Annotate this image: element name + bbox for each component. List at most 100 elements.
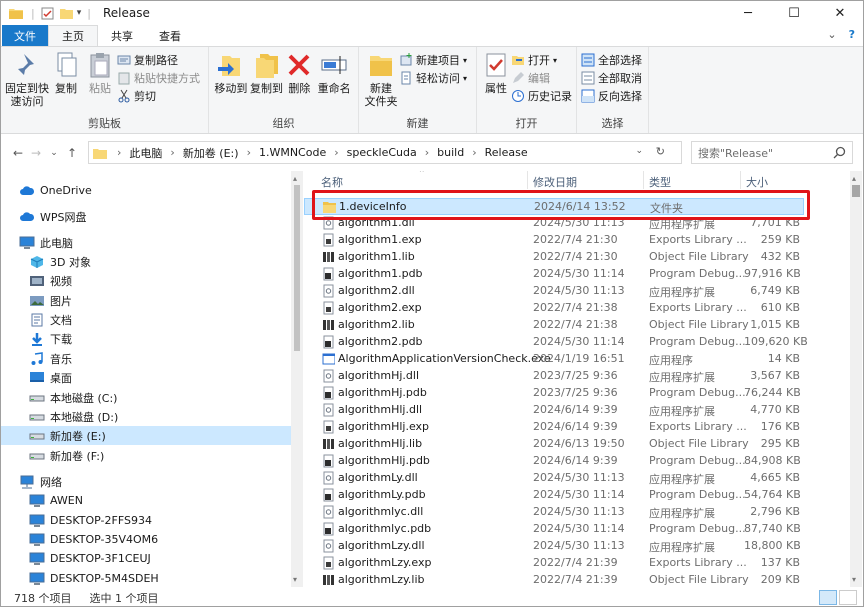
sidebar-item-3d[interactable]: 3D 对象 (1, 252, 291, 271)
scroll-up-icon[interactable]: ▴ (852, 174, 856, 183)
forward-button[interactable]: → (27, 146, 45, 160)
file-row[interactable]: algorithm2.dll 2024/5/30 11:13 应用程序扩展 6,749… (304, 283, 804, 300)
history-button[interactable]: 历史记录 (511, 88, 572, 104)
sidebar-item-awen[interactable]: AWEN (1, 491, 291, 510)
sidebar-item-9[interactable]: 桌面 (1, 368, 291, 387)
close-button[interactable]: ✕ (817, 1, 863, 25)
file-row[interactable]: algorithmHlj.pdb 2024/6/14 9:39 Program De… (304, 453, 804, 470)
sidebar-item-onedrive[interactable]: OneDrive (1, 181, 291, 200)
crumb-build[interactable]: build (437, 146, 464, 159)
file-row[interactable]: algorithmLy.pdb 2024/5/30 11:14 Program De… (304, 487, 804, 504)
refresh-icon[interactable]: ↻ (656, 145, 665, 158)
file-row[interactable]: algorithmlyc.dll 2024/5/30 11:13 应用程序扩展 2,7… (304, 504, 804, 521)
sidebar-item-desktop-2ffs934[interactable]: DESKTOP-2FFS934 (1, 511, 291, 530)
sort-ascending-icon: ⌃ (418, 171, 426, 179)
search-box[interactable]: 搜索"Release" (691, 141, 853, 164)
file-list-scrollbar[interactable]: ▴ ▾ (850, 171, 862, 587)
sidebar-item-c[interactable]: 本地磁盘 (C:) (1, 388, 291, 407)
column-size[interactable]: 大小 (746, 174, 768, 190)
file-row[interactable]: algorithmHlj.exp 2024/6/14 9:39 Exports Li… (304, 419, 804, 436)
scroll-up-icon[interactable]: ▴ (293, 174, 297, 183)
file-row[interactable]: algorithmHj.dll 2023/7/25 9:36 应用程序扩展 3,567… (304, 368, 804, 385)
file-row[interactable]: algorithm2.exp 2022/7/4 21:38 Exports Libr… (304, 300, 804, 317)
address-dropdown-icon[interactable]: ⌄ (635, 146, 643, 156)
file-row[interactable]: algorithmLzy.dll 2024/5/30 11:13 应用程序扩展 18,… (304, 538, 804, 555)
easy-access-button[interactable]: 轻松访问 ▾ (399, 70, 467, 86)
cut-button[interactable]: 剪切 (117, 88, 200, 104)
maximize-button[interactable]: ☐ (771, 1, 817, 25)
copy-path-button[interactable]: 复制路径 (117, 52, 200, 68)
computer-icon (29, 514, 45, 527)
scroll-down-icon[interactable]: ▾ (293, 575, 297, 584)
sidebar-item-wps[interactable]: WPS网盘 (1, 207, 291, 226)
sidebar-item-2[interactable]: 此电脑 (1, 233, 291, 252)
file-row[interactable]: algorithmLy.dll 2024/5/30 11:13 应用程序扩展 4,66… (304, 470, 804, 487)
sidebar-item-e[interactable]: 新加卷 (E:) (1, 426, 291, 445)
dll-file-icon (323, 505, 334, 519)
tab-home[interactable]: 主页 (48, 25, 98, 46)
file-row[interactable]: algorithmLzy.exp 2022/7/4 21:39 Exports Li… (304, 555, 804, 572)
properties-icon[interactable] (41, 7, 54, 20)
tab-file[interactable]: 文件 (2, 25, 48, 46)
sidebar-item-f[interactable]: 新加卷 (F:) (1, 446, 291, 465)
new-item-button[interactable]: 新建项目 ▾ (399, 52, 467, 68)
file-list-scroll-thumb[interactable] (852, 185, 860, 197)
edit-button[interactable]: 编辑 (511, 70, 572, 86)
status-bar: 718 个项目 选中 1 个项目 (1, 588, 863, 607)
sidebar-item-d[interactable]: 本地磁盘 (D:) (1, 407, 291, 426)
pdb-file-icon (323, 522, 334, 536)
file-row[interactable]: algorithm1.exp 2022/7/4 21:30 Exports Libr… (304, 232, 804, 249)
back-button[interactable]: ← (9, 146, 27, 160)
breadcrumb[interactable]: › 此电脑 › 新加卷 (E:) › 1.WMNCode › speckleCuda ›… (88, 141, 682, 164)
select-all-button[interactable]: 全部选择 (581, 52, 642, 68)
column-date[interactable]: 修改日期 (533, 174, 577, 190)
help-icon[interactable]: ? (849, 28, 855, 41)
file-row[interactable]: algorithmHlj.lib 2024/6/13 19:50 Object Fi… (304, 436, 804, 453)
file-row[interactable]: algorithm2.lib 2022/7/4 21:38 Object File … (304, 317, 804, 334)
tab-view[interactable]: 查看 (146, 25, 194, 46)
sidebar-item-7[interactable]: 下载 (1, 329, 291, 348)
file-row[interactable]: algorithmlyc.pdb 2024/5/30 11:14 Program D… (304, 521, 804, 538)
file-row[interactable]: algorithmLzy.lib 2022/7/4 21:39 Object Fil… (304, 572, 804, 587)
details-view-button[interactable] (819, 590, 837, 605)
sidebar-item-5[interactable]: 图片 (1, 291, 291, 310)
crumb-wmncode[interactable]: 1.WMNCode (259, 146, 326, 159)
sidebar-item-desktop-5m4sdeh[interactable]: DESKTOP-5M4SDEH (1, 569, 291, 587)
sidebar-item-4[interactable]: 视频 (1, 271, 291, 290)
column-type[interactable]: 类型 (649, 174, 671, 190)
file-row[interactable]: algorithmHj.pdb 2023/7/25 9:36 Program Deb… (304, 385, 804, 402)
file-row[interactable]: algorithm2.pdb 2024/5/30 11:14 Program Deb… (304, 334, 808, 351)
paste-shortcut-button[interactable]: 粘贴快捷方式 (117, 70, 200, 86)
scroll-down-icon[interactable]: ▾ (852, 575, 856, 584)
up-button[interactable]: ↑ (63, 146, 81, 160)
sidebar-item-14[interactable]: 网络 (1, 472, 291, 491)
sidebar-scrollbar[interactable]: ▴ ▾ (291, 171, 303, 587)
file-row[interactable]: algorithm1.lib 2022/7/4 21:30 Object File … (304, 249, 804, 266)
quick-access-toolbar: | ▾ | (31, 6, 91, 20)
sidebar-item-desktop-35v4om6[interactable]: DESKTOP-35V4OM6 (1, 530, 291, 549)
file-row[interactable]: AlgorithmApplicationVersionCheck.exe 2024… (304, 351, 804, 368)
tab-share[interactable]: 共享 (98, 25, 146, 46)
crumb-specklecuda[interactable]: speckleCuda (347, 146, 417, 159)
customize-qa-icon[interactable]: ▾ (77, 8, 82, 18)
large-icons-view-button[interactable] (839, 590, 857, 605)
sidebar-item-6[interactable]: 文档 (1, 310, 291, 329)
file-row[interactable]: algorithm1.pdb 2024/5/30 11:14 Program Deb… (304, 266, 804, 283)
open-button[interactable]: 打开 ▾ (511, 52, 572, 68)
recent-locations-button[interactable]: ⌄ (45, 148, 63, 158)
file-row[interactable]: algorithmHlj.dll 2024/6/14 9:39 应用程序扩展 4,77… (304, 402, 804, 419)
minimize-button[interactable]: ─ (725, 1, 771, 25)
new-folder-icon[interactable] (59, 7, 73, 19)
chevron-down-icon[interactable]: ⌄ (827, 28, 836, 41)
sidebar-item-8[interactable]: 音乐 (1, 349, 291, 368)
select-none-button[interactable]: 全部取消 (581, 70, 642, 86)
crumb-this-pc[interactable]: 此电脑 (129, 145, 162, 161)
invert-selection-button[interactable]: 反向选择 (581, 88, 642, 104)
crumb-drive-e[interactable]: 新加卷 (E:) (183, 145, 239, 161)
file-size: 176 KB (760, 420, 800, 433)
sidebar-scroll-thumb[interactable] (294, 185, 300, 351)
sidebar-item-desktop-3f1ceuj[interactable]: DESKTOP-3F1CEUJ (1, 549, 291, 568)
crumb-release[interactable]: Release (485, 146, 528, 159)
column-name[interactable]: 名称 (321, 174, 343, 190)
file-size: 76,244 KB (744, 386, 801, 399)
